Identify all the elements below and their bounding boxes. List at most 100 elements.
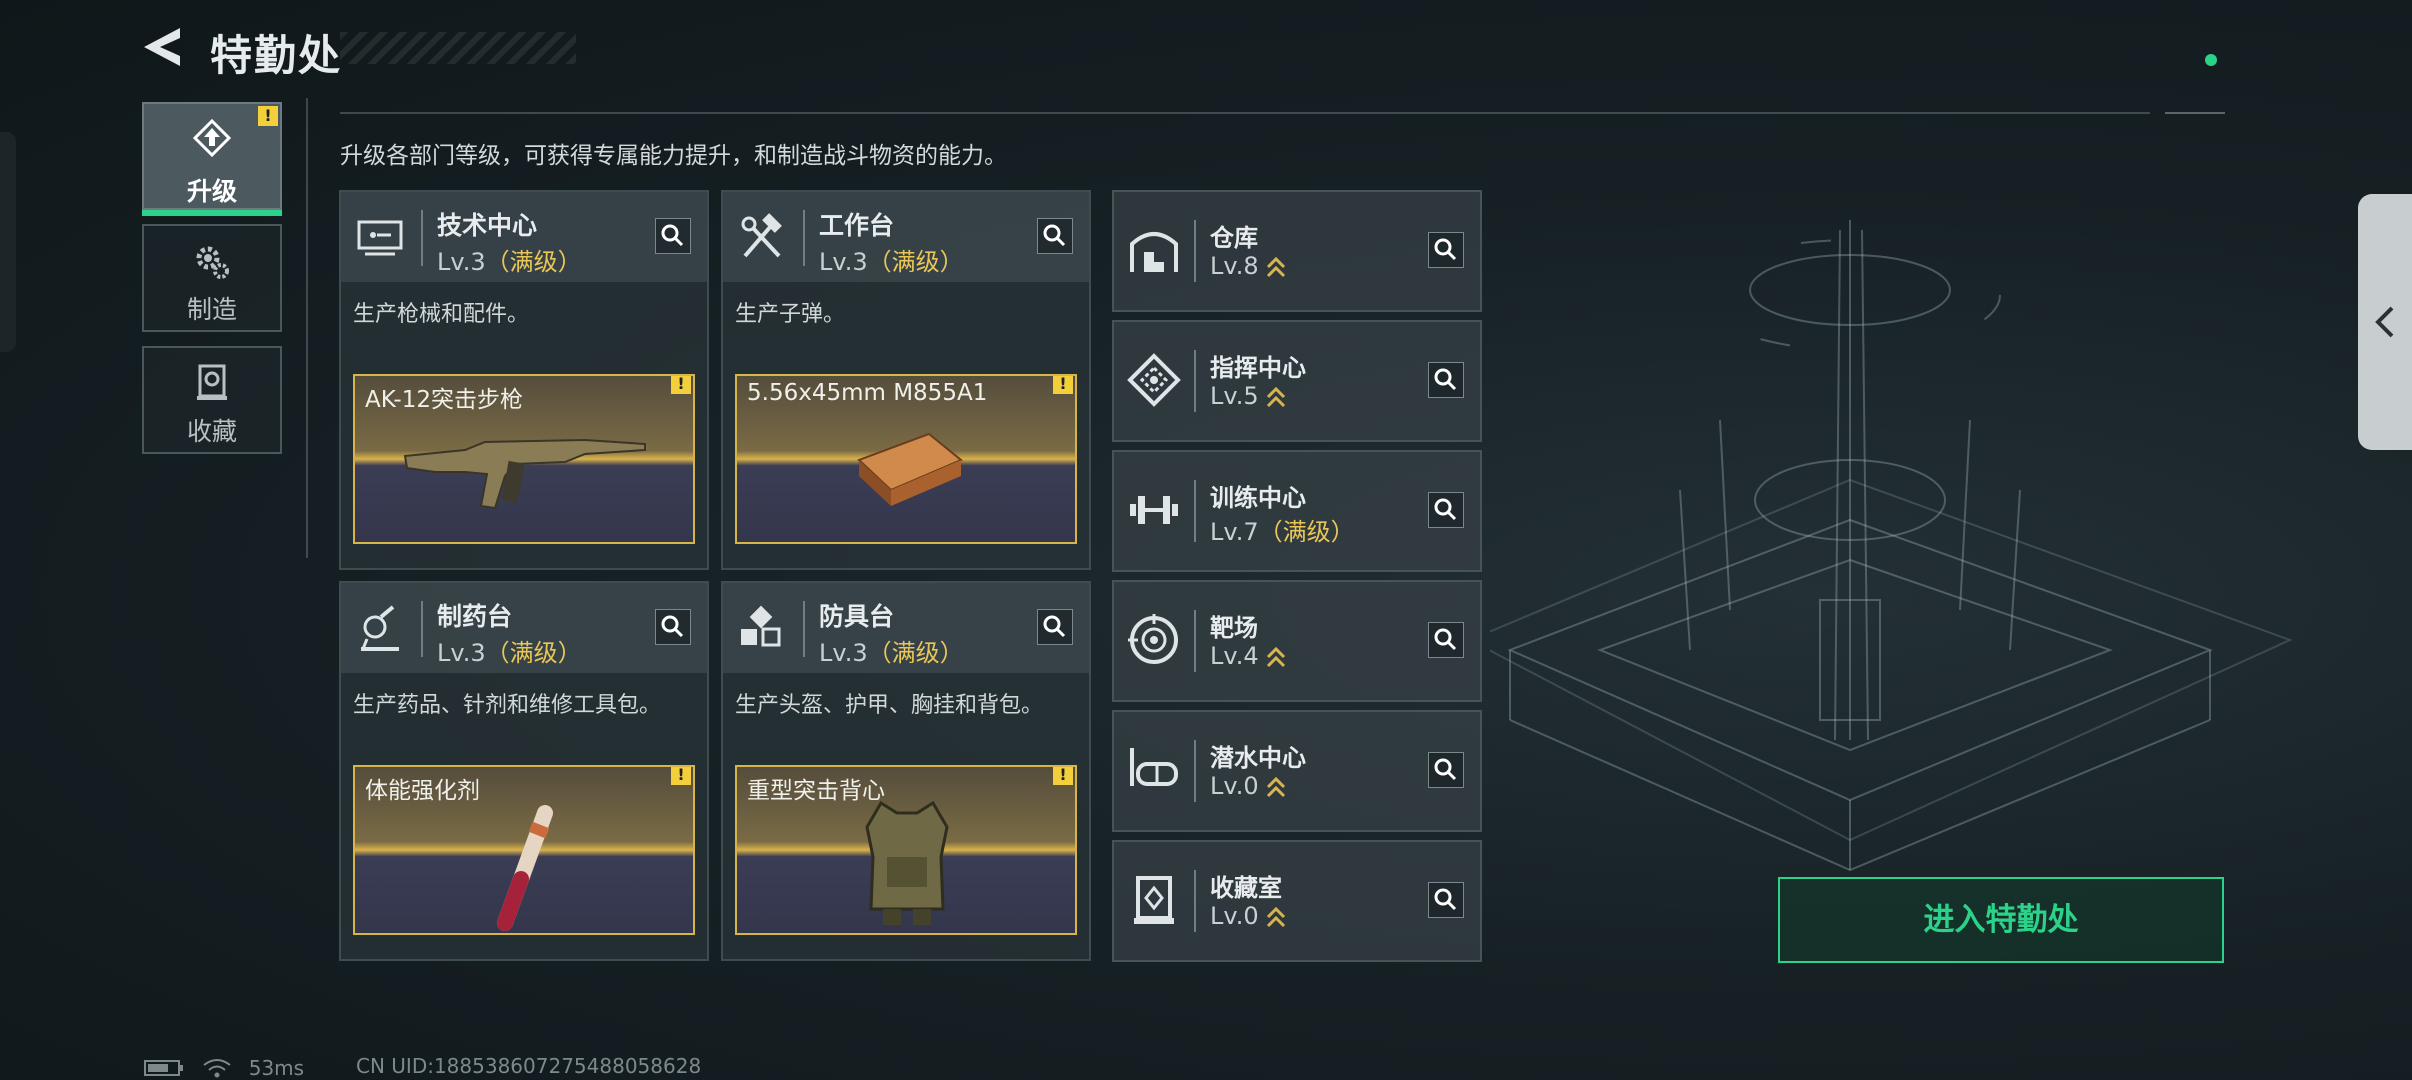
ping-value: 53ms	[248, 1055, 305, 1080]
search-icon[interactable]	[1428, 622, 1464, 658]
divider	[803, 601, 805, 657]
back-arrow-icon[interactable]	[140, 24, 186, 70]
facility-name: 靶场	[1210, 614, 1258, 642]
facility-level: Lv.7（满级）	[1210, 518, 1355, 546]
command-center-icon	[1127, 353, 1181, 407]
craft-item-slot[interactable]: 5.56x45mm M855A1 !	[735, 374, 1077, 544]
workshop-card-workbench[interactable]: 工作台 Lv.3（满级） 生产子弹。 5.56x45mm M855A1 !	[721, 190, 1091, 570]
workshop-level: Lv.3（满级）	[437, 639, 582, 667]
divider	[421, 601, 423, 657]
facility-name: 仓库	[1210, 224, 1258, 252]
search-icon[interactable]	[1428, 232, 1464, 268]
gears-icon	[196, 246, 229, 279]
alert-badge: !	[671, 767, 691, 785]
workshop-level: Lv.3（满级）	[819, 639, 964, 667]
tab-label: 升级	[186, 177, 237, 206]
collection-room-icon	[1134, 876, 1174, 924]
online-status-dot	[2205, 54, 2217, 66]
alert-badge: !	[258, 106, 278, 126]
upgrade-icon	[192, 118, 232, 158]
divider	[2165, 112, 2225, 114]
wifi-icon	[203, 1058, 231, 1077]
facility-name: 收藏室	[1210, 874, 1282, 902]
page-title: 特勤处	[210, 31, 343, 80]
search-icon[interactable]	[655, 609, 691, 645]
workshop-description: 生产头盔、护甲、胸挂和背包。	[735, 693, 1044, 718]
search-icon[interactable]	[1428, 362, 1464, 398]
armor-bench-icon	[741, 605, 781, 647]
facility-level: Lv.5	[1210, 382, 1287, 410]
divider	[421, 210, 423, 266]
facility-card-warehouse[interactable]: 仓库 Lv.8	[1112, 190, 1482, 312]
craft-item-slot[interactable]: 体能强化剂 !	[353, 765, 695, 935]
divider	[803, 210, 805, 266]
divider	[1194, 480, 1196, 542]
tab-craft[interactable]: 制造	[142, 224, 282, 332]
upgrade-chevron-icon	[1266, 906, 1285, 928]
search-icon[interactable]	[655, 218, 691, 254]
workbench-icon	[741, 213, 782, 258]
craft-item-slot[interactable]: 重型突击背心 !	[735, 765, 1077, 935]
training-center-icon	[1130, 496, 1178, 524]
search-icon[interactable]	[1037, 609, 1073, 645]
rifle-icon	[403, 438, 646, 510]
chevron-left-icon	[2375, 306, 2394, 338]
craft-item-slot[interactable]: AK-12突击步枪 !	[353, 374, 695, 544]
upgrade-chevron-icon	[1266, 776, 1285, 798]
workshop-name: 防具台	[819, 602, 895, 631]
divider	[340, 112, 2150, 114]
workshop-level: Lv.3（满级）	[437, 248, 582, 276]
facility-name: 潜水中心	[1210, 744, 1306, 772]
tab-upgrade[interactable]: 升级 !	[142, 102, 282, 216]
workshop-card-tech-center[interactable]: 技术中心 Lv.3（满级） 生产枪械和配件。 AK-12突击步枪 !	[339, 190, 709, 570]
building-blueprint-art	[1490, 220, 2293, 872]
shooting-range-icon	[1128, 614, 1178, 664]
workshop-card-pharmacy[interactable]: 制药台 Lv.3（满级） 生产药品、针剂和维修工具包。 体能强化剂 !	[339, 581, 709, 961]
workshop-card-armor-bench[interactable]: 防具台 Lv.3（满级） 生产头盔、护甲、胸挂和背包。 重型突击背心 !	[721, 581, 1091, 961]
collection-icon	[197, 364, 227, 400]
search-icon[interactable]	[1037, 218, 1073, 254]
workshop-level: Lv.3（满级）	[819, 248, 964, 276]
facility-level: Lv.0	[1210, 772, 1287, 800]
tab-collection[interactable]: 收藏	[142, 346, 282, 454]
facility-card-diving-center[interactable]: 潜水中心 Lv.0	[1112, 710, 1482, 832]
divider	[1194, 740, 1196, 802]
craft-item-name: 体能强化剂	[365, 778, 480, 804]
battery-icon	[144, 1059, 183, 1076]
pharmacy-icon	[361, 605, 399, 651]
divider	[1194, 870, 1196, 932]
alert-badge: !	[1053, 767, 1073, 785]
workshop-name: 工作台	[819, 211, 895, 240]
tech-center-icon	[357, 220, 403, 256]
side-panel-toggle[interactable]	[2358, 194, 2412, 450]
facility-level: Lv.8	[1210, 252, 1287, 280]
active-indicator	[142, 210, 282, 216]
divider	[1194, 220, 1196, 282]
workshop-name: 制药台	[437, 602, 513, 631]
workshop-name: 技术中心	[437, 211, 538, 240]
facility-card-collection-room[interactable]: 收藏室 Lv.0	[1112, 840, 1482, 962]
search-icon[interactable]	[1428, 882, 1464, 918]
facility-card-command-center[interactable]: 指挥中心 Lv.5	[1112, 320, 1482, 442]
facility-level: Lv.4	[1210, 642, 1287, 670]
workshop-description: 生产枪械和配件。	[353, 302, 530, 327]
facility-card-training-center[interactable]: 训练中心 Lv.7（满级）	[1112, 450, 1482, 572]
craft-item-name: 5.56x45mm M855A1	[747, 380, 988, 406]
facility-card-shooting-range[interactable]: 靶场 Lv.4	[1112, 580, 1482, 702]
search-icon[interactable]	[1428, 752, 1464, 788]
workshop-description: 生产子弹。	[735, 302, 846, 327]
syringe-icon	[497, 805, 553, 931]
left-edge-handle[interactable]	[0, 132, 16, 352]
system-status: 53ms	[144, 1054, 304, 1080]
workshop-description: 生产药品、针剂和维修工具包。	[353, 693, 662, 718]
upgrade-chevron-icon	[1266, 386, 1285, 408]
divider	[1194, 350, 1196, 412]
alert-badge: !	[1053, 376, 1073, 394]
craft-item-name: AK-12突击步枪	[365, 387, 523, 413]
warehouse-icon	[1130, 232, 1178, 272]
facility-name: 指挥中心	[1210, 354, 1306, 382]
enter-special-ops-button[interactable]: 进入特勤处	[1778, 877, 2224, 963]
search-icon[interactable]	[1428, 492, 1464, 528]
divider	[306, 98, 308, 558]
tab-label: 制造	[186, 295, 237, 324]
